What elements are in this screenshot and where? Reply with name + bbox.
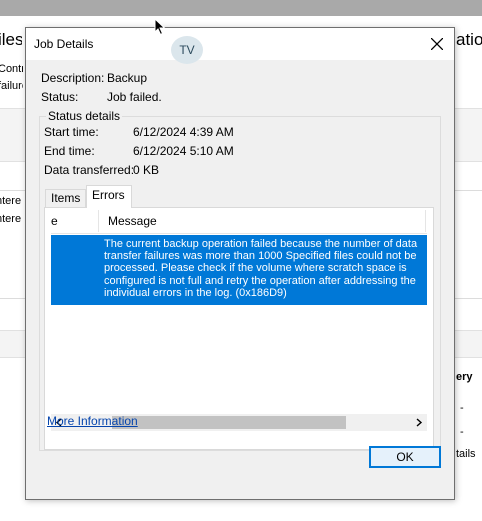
background-title-strip <box>0 0 482 16</box>
background-heading: ery <box>456 371 473 383</box>
tab-items[interactable]: Items <box>45 189 86 207</box>
column-divider[interactable] <box>98 210 99 232</box>
scrollbar-thumb[interactable] <box>112 416 346 429</box>
mouse-cursor-icon <box>154 18 166 36</box>
chevron-right-icon <box>416 418 423 427</box>
status-details-title: Status details <box>46 109 123 123</box>
column-divider[interactable] <box>425 210 426 232</box>
background-value: - <box>460 402 464 414</box>
scroll-right-button[interactable] <box>410 414 427 431</box>
end-time-value: 6/12/2024 5:10 AM <box>133 144 234 158</box>
start-time-row: Start time: 6/12/2024 4:39 AM <box>44 125 234 139</box>
list-item[interactable]: The current backup operation failed beca… <box>51 235 427 305</box>
dialog-title: Job Details <box>34 37 94 51</box>
column-header-row: e Message <box>51 210 427 234</box>
background-page-title-right: atio <box>456 30 482 49</box>
close-button[interactable] <box>424 32 450 56</box>
avatar[interactable]: TV <box>171 36 203 64</box>
tab-errors[interactable]: Errors <box>86 185 132 208</box>
background-page-title: iles <box>0 30 22 49</box>
status-value: Job failed. <box>107 90 162 104</box>
background-text: Contr <box>0 63 23 75</box>
description-label: Description: <box>41 71 105 85</box>
job-details-dialog: Job Details TV Description: Backup Status… <box>25 27 455 500</box>
description-row: Description: Backup <box>41 71 147 85</box>
end-time-label: End time: <box>44 144 95 158</box>
status-row: Status: Job failed. <box>41 90 162 104</box>
column-header-type[interactable]: e <box>51 210 58 233</box>
background-text: failure <box>0 80 23 92</box>
dialog-titlebar: Job Details TV <box>26 28 454 64</box>
more-information-link[interactable]: More Information <box>47 414 138 428</box>
column-header-message[interactable]: Message <box>108 210 157 233</box>
background-link: tails <box>456 448 476 460</box>
start-time-value: 6/12/2024 4:39 AM <box>133 125 234 139</box>
background-value: - <box>460 426 464 438</box>
errors-list[interactable]: e Message The current backup operation f… <box>51 210 427 408</box>
status-label: Status: <box>41 90 79 104</box>
data-transferred-value: 0 KB <box>133 163 160 177</box>
close-icon <box>431 38 443 50</box>
data-transferred-row: Data transferred:0 KB <box>44 163 159 177</box>
end-time-row: End time: 6/12/2024 5:10 AM <box>44 144 234 158</box>
error-message: The current backup operation failed beca… <box>104 238 418 299</box>
background-text: ntered <box>0 195 21 207</box>
description-value: Backup <box>107 71 148 85</box>
background-text: ntered <box>0 213 21 225</box>
start-time-label: Start time: <box>44 125 99 139</box>
data-transferred-label: Data transferred: <box>44 163 135 177</box>
ok-button[interactable]: OK <box>369 446 441 468</box>
